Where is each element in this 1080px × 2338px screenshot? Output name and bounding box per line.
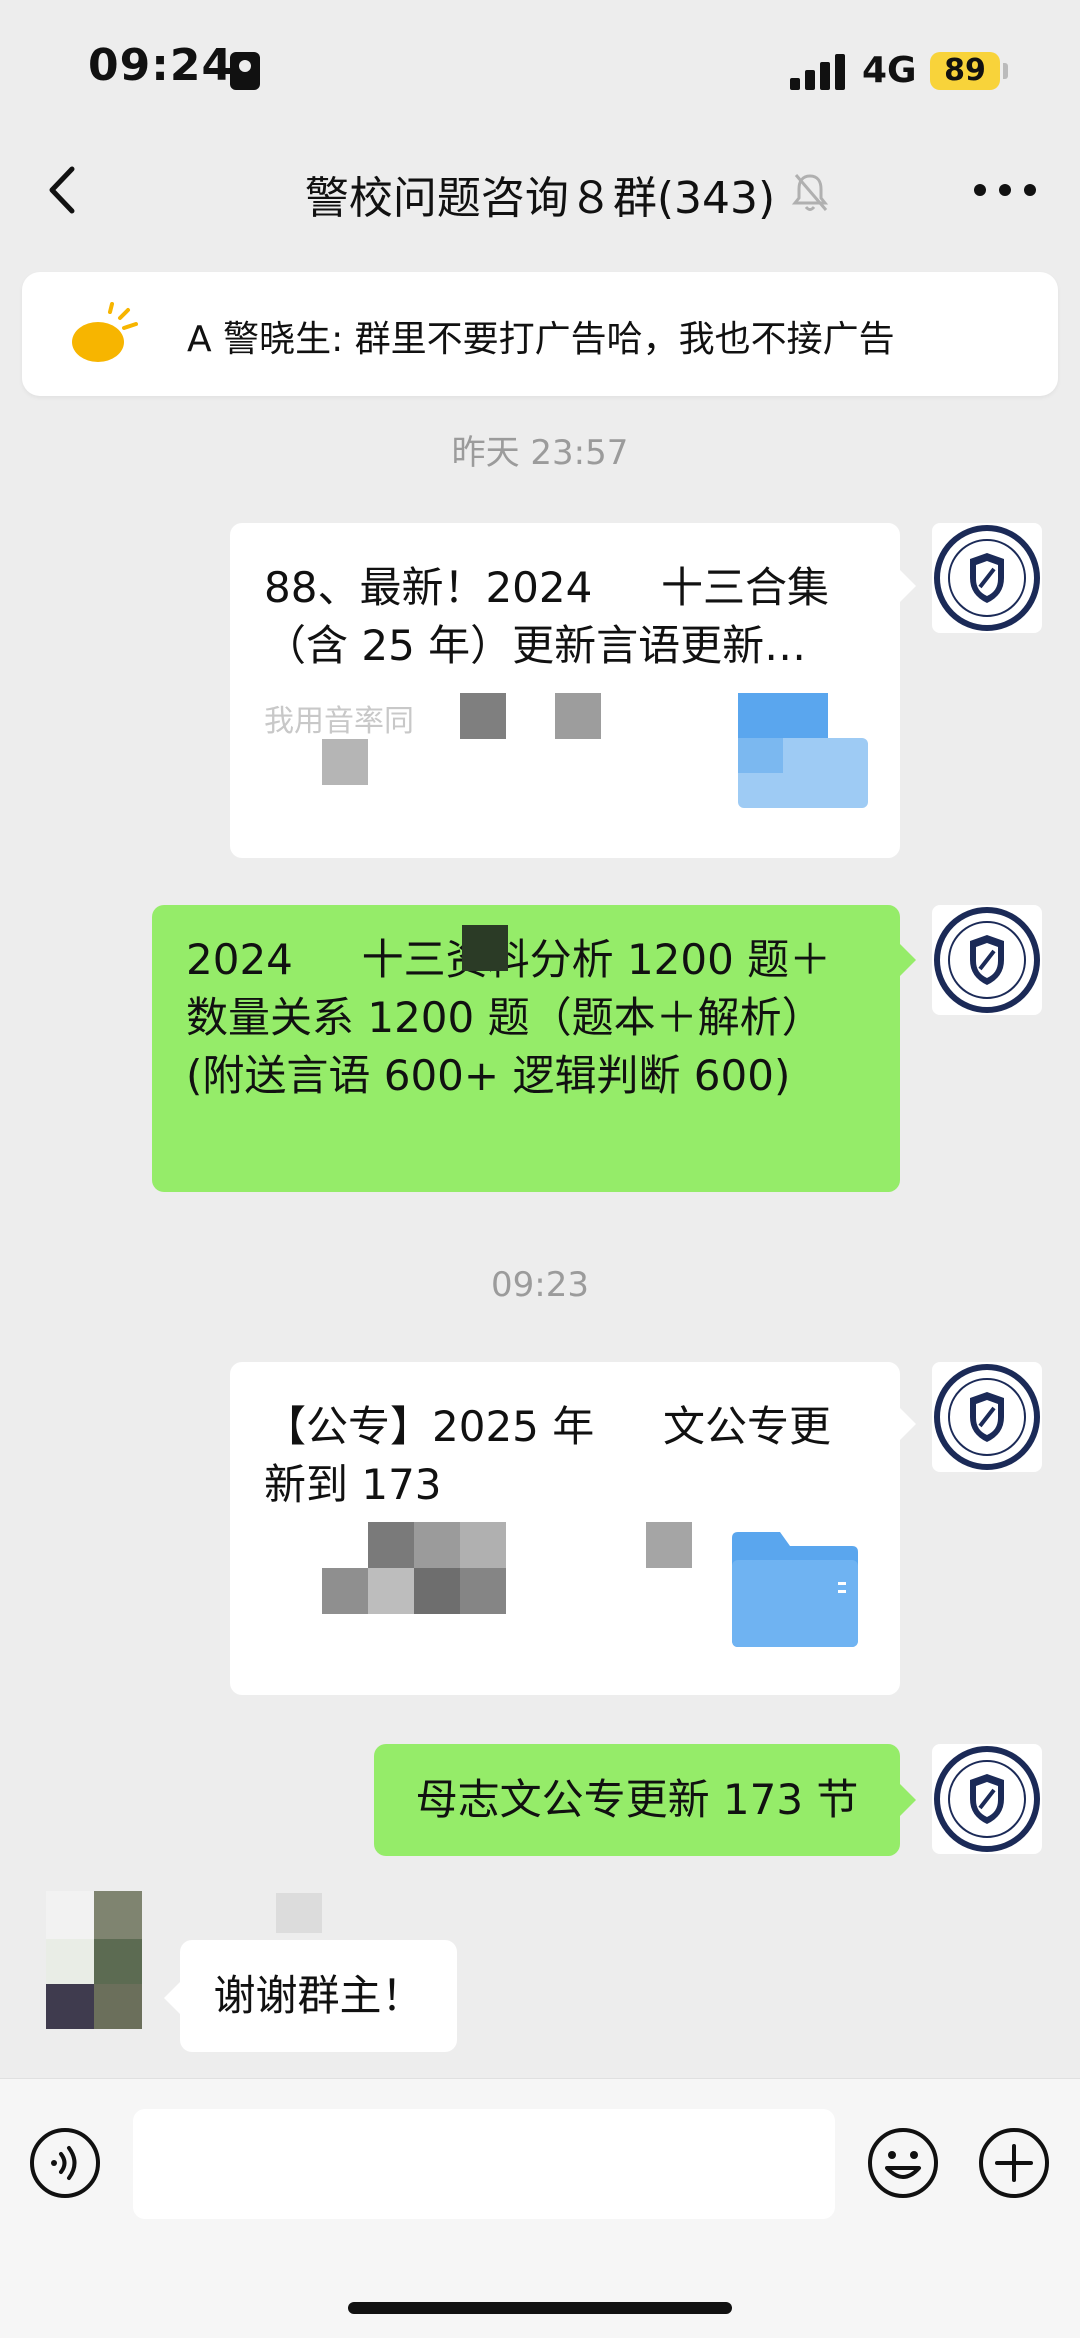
folder-icon bbox=[738, 693, 868, 808]
text-message-received[interactable]: 谢谢群主！ bbox=[180, 1940, 457, 2052]
timestamp: 昨天 23:57 bbox=[451, 433, 629, 473]
bubble-tail bbox=[900, 1784, 916, 1816]
chat-title: 警校问题咨询８群(343) bbox=[304, 173, 776, 224]
emoji-button[interactable] bbox=[866, 2126, 940, 2200]
folder-icon bbox=[728, 1532, 858, 1647]
status-bar: 09:24 4G 89 bbox=[0, 0, 1080, 130]
file-title: 【公专】2025 年 文公专更新到 173 bbox=[264, 1402, 831, 1509]
text-message-sent[interactable]: 母志文公专更新 173 节 bbox=[374, 1744, 900, 1856]
more-dots-icon bbox=[974, 184, 1036, 196]
avatar[interactable] bbox=[932, 1362, 1042, 1472]
blurred-region bbox=[460, 1522, 506, 1568]
bubble-tail bbox=[900, 1408, 916, 1440]
police-badge-icon bbox=[934, 1364, 1040, 1470]
police-badge-icon bbox=[934, 1746, 1040, 1852]
voice-icon bbox=[30, 2128, 100, 2198]
blurred-region bbox=[460, 1568, 506, 1614]
blurred-region bbox=[414, 1522, 460, 1568]
pinned-text: A 警晓生: 群里不要打广告哈，我也不接广告 bbox=[187, 319, 895, 360]
more-functions-button[interactable] bbox=[977, 2126, 1051, 2200]
police-badge-icon bbox=[934, 907, 1040, 1013]
blurred-region bbox=[646, 1522, 692, 1568]
battery-tip bbox=[1003, 63, 1008, 79]
file-message[interactable]: 88、最新！2024 十三合集（含 25 年）更新言语更新… 我用音率同 bbox=[230, 523, 900, 858]
message-text: 2024 十三资料分析 1200 题＋数量关系 1200 题（题本＋解析）(附送… bbox=[186, 935, 832, 1100]
plus-icon bbox=[979, 2128, 1049, 2198]
input-bar bbox=[0, 2078, 1080, 2338]
nav-bar: 警校问题咨询８群(343) bbox=[0, 130, 1080, 255]
pinned-announcement[interactable]: A 警晓生: 群里不要打广告哈，我也不接广告 bbox=[22, 272, 1058, 396]
blurred-region bbox=[462, 925, 508, 971]
more-button[interactable] bbox=[960, 160, 1050, 220]
blurred-region bbox=[460, 693, 506, 739]
voice-button[interactable] bbox=[28, 2126, 102, 2200]
mute-bell-icon bbox=[790, 170, 830, 214]
sender-name-blurred bbox=[276, 1893, 322, 1933]
bubble-tail bbox=[164, 1982, 180, 2014]
announcement-icon bbox=[62, 302, 142, 372]
message-text: 谢谢群主！ bbox=[213, 1971, 424, 2020]
signal-icon bbox=[790, 52, 850, 90]
avatar[interactable] bbox=[932, 523, 1042, 633]
police-badge-icon bbox=[934, 525, 1040, 631]
blurred-region bbox=[368, 1568, 414, 1614]
file-message[interactable]: 【公专】2025 年 文公专更新到 173 bbox=[230, 1362, 900, 1695]
screen-lock-icon bbox=[230, 52, 260, 90]
blurred-region bbox=[368, 1522, 414, 1568]
blurred-region bbox=[414, 1568, 460, 1614]
home-indicator[interactable] bbox=[348, 2302, 732, 2314]
message-input[interactable] bbox=[133, 2109, 835, 2219]
blurred-region bbox=[322, 739, 368, 785]
text-message-sent[interactable]: 2024 十三资料分析 1200 题＋数量关系 1200 题（题本＋解析）(附送… bbox=[152, 905, 900, 1192]
blurred-region bbox=[322, 1568, 368, 1614]
avatar[interactable] bbox=[932, 1744, 1042, 1854]
network-type: 4G bbox=[862, 50, 917, 91]
bubble-tail bbox=[900, 944, 916, 976]
avatar[interactable] bbox=[46, 1891, 146, 2029]
file-title: 88、最新！2024 十三合集（含 25 年）更新言语更新… bbox=[264, 563, 830, 670]
message-text: 母志文公专更新 173 节 bbox=[415, 1775, 859, 1824]
timestamp: 09:23 bbox=[491, 1265, 589, 1305]
bubble-tail bbox=[900, 570, 916, 602]
blurred-region bbox=[555, 693, 601, 739]
status-time: 09:24 bbox=[88, 40, 234, 91]
battery-indicator: 89 bbox=[930, 52, 1000, 90]
emoji-icon bbox=[868, 2128, 938, 2198]
avatar[interactable] bbox=[932, 905, 1042, 1015]
